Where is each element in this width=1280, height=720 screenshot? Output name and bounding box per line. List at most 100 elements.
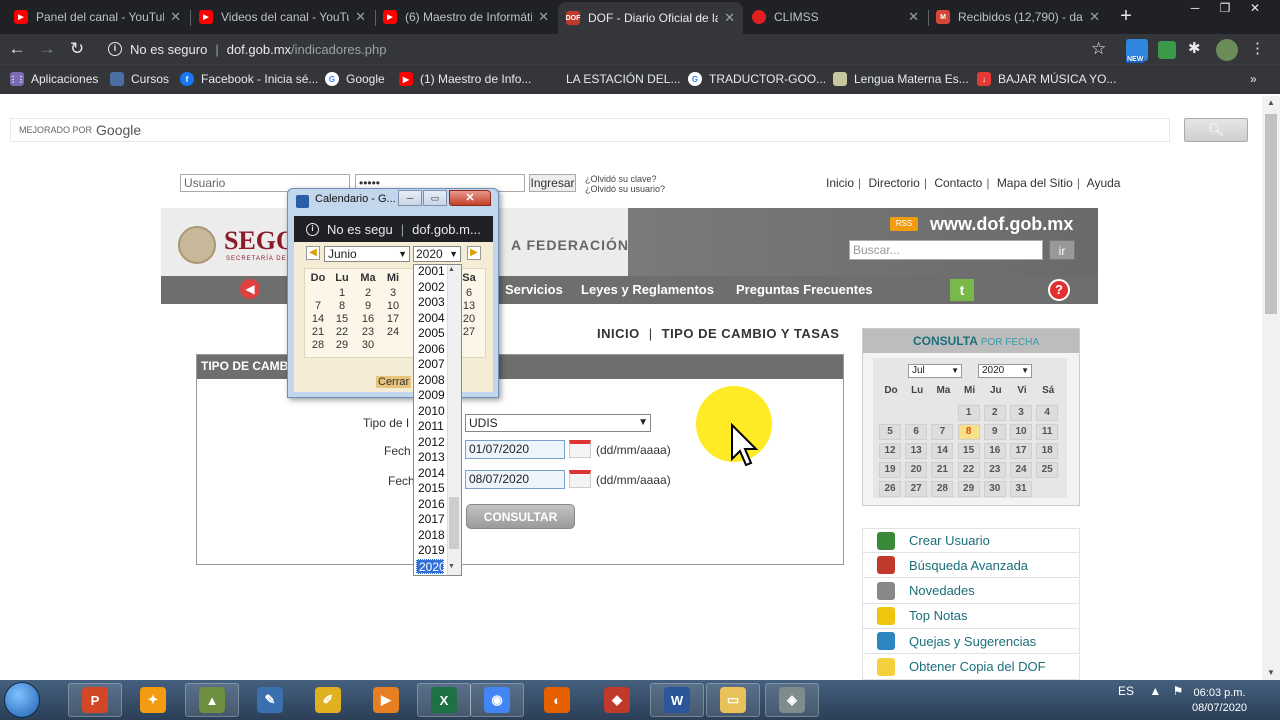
popup-month-select[interactable]: Junio ▼	[324, 246, 410, 262]
popup-day[interactable]: 30	[358, 339, 378, 351]
year-option[interactable]: 2012	[416, 435, 445, 450]
popup-maximize-button[interactable]: ▭	[423, 190, 447, 206]
bookmark-google[interactable]: G Google	[325, 72, 385, 86]
nav-leyes-reglamentos[interactable]: Leyes y Reglamentos	[581, 282, 714, 297]
side-link-mailbox[interactable]: Quejas y Sugerencias	[862, 629, 1080, 655]
side-day[interactable]: 17	[1010, 443, 1032, 459]
year-option[interactable]: 2008	[416, 373, 445, 388]
popup-day[interactable]: 7	[308, 300, 328, 312]
side-day[interactable]: 27	[905, 481, 928, 497]
side-day[interactable]: 4	[1036, 405, 1059, 421]
side-day[interactable]: 14	[931, 443, 954, 459]
scroll-down-icon[interactable]: ▼	[448, 563, 455, 570]
help-icon[interactable]: ?	[1048, 279, 1070, 301]
popup-minimize-button[interactable]: ─	[398, 190, 422, 206]
popup-day[interactable]: 8	[332, 300, 352, 312]
year-option[interactable]: 2007	[416, 357, 445, 372]
year-option[interactable]: 2001	[416, 264, 445, 279]
prev-month-arrow-icon[interactable]: ◀	[306, 246, 320, 260]
side-day[interactable]: 19	[879, 462, 901, 478]
popup-day[interactable]: 15	[332, 313, 352, 325]
bookmark-traductor[interactable]: G TRADUCTOR-GOO...	[688, 72, 826, 86]
side-day[interactable]: 30	[983, 481, 1006, 497]
close-tab-icon[interactable]: ✕	[170, 9, 181, 25]
year-option[interactable]: 2013	[416, 450, 445, 465]
side-day[interactable]: 7	[931, 424, 954, 440]
side-day[interactable]: 3	[1010, 405, 1032, 421]
twitter-icon[interactable]: t	[950, 279, 974, 301]
calendar-icon[interactable]	[569, 470, 591, 488]
link-ayuda[interactable]: Ayuda	[1087, 176, 1121, 190]
side-day[interactable]: 2	[983, 405, 1006, 421]
new-tab-button[interactable]: +	[1113, 5, 1139, 29]
menu-icon[interactable]: ⋮	[1250, 39, 1265, 57]
popup-close-button[interactable]: ✕	[449, 190, 491, 206]
side-day[interactable]: 9	[983, 424, 1006, 440]
tab-videos-del-canal[interactable]: ▶ Videos del canal - YouTube ✕	[191, 4, 374, 30]
reload-icon[interactable]: ↻	[66, 38, 88, 60]
rss-icon[interactable]: RSS	[890, 217, 918, 231]
popup-year-select[interactable]: 2020 ▼	[413, 246, 461, 262]
link-contacto[interactable]: Contacto	[934, 176, 982, 190]
popup-day[interactable]: 21	[308, 326, 328, 338]
info-icon[interactable]: i	[108, 42, 122, 56]
back-arrow-icon[interactable]: ◀	[240, 279, 260, 299]
scroll-up-icon[interactable]: ▲	[448, 266, 455, 273]
side-day[interactable]: 28	[931, 481, 954, 497]
tray-arrow-icon[interactable]: ▲	[1149, 684, 1161, 698]
tab-maestro-informatica[interactable]: ▶ (6) Maestro de Informática ✕	[375, 4, 557, 30]
year-option[interactable]: 2016	[416, 497, 445, 512]
taskbar-app-button[interactable]: ◈	[765, 683, 819, 717]
taskbar-app-button[interactable]: W	[650, 683, 704, 717]
popup-day[interactable]: 29	[332, 339, 352, 351]
scroll-thumb[interactable]	[1265, 114, 1277, 314]
side-day[interactable]: 1	[957, 405, 980, 421]
bookmark-estacion[interactable]: LA ESTACIÓN DEL...	[566, 72, 680, 86]
forgot-user-link[interactable]: ¿Olvidó su usuario?	[585, 184, 665, 194]
side-day[interactable]: 21	[931, 462, 954, 478]
year-option[interactable]: 2006	[416, 342, 445, 357]
side-link-search[interactable]: Búsqueda Avanzada	[862, 553, 1080, 579]
bookmark-maestro[interactable]: ▶ (1) Maestro de Info...	[399, 72, 531, 86]
bookmark-facebook[interactable]: f Facebook - Inicia sé...	[180, 72, 318, 86]
next-month-arrow-icon[interactable]: ▶	[467, 246, 481, 260]
end-date-input[interactable]: 08/07/2020	[465, 470, 565, 489]
tab-gmail[interactable]: M Recibidos (12,790) - davi ✕	[928, 4, 1108, 30]
network-icon[interactable]: ⚑	[1173, 684, 1184, 698]
restore-button[interactable]: ❐	[1210, 0, 1240, 18]
popup-day[interactable]: 9	[358, 300, 378, 312]
link-inicio[interactable]: Inicio	[826, 176, 854, 190]
year-option[interactable]: 2014	[416, 466, 445, 481]
taskbar-app-button[interactable]: ✦	[126, 683, 180, 717]
google-search-button[interactable]: 🔍︎	[1184, 118, 1248, 142]
popup-day[interactable]: 20	[459, 313, 479, 325]
side-day[interactable]: 10	[1010, 424, 1032, 440]
close-window-button[interactable]: ✕	[1240, 0, 1270, 18]
year-option[interactable]: 2009	[416, 388, 445, 403]
minimize-button[interactable]: ─	[1180, 0, 1210, 18]
site-search-input[interactable]: Buscar...	[849, 240, 1043, 260]
year-option[interactable]: 2002	[416, 280, 445, 295]
page-scrollbar[interactable]: ▲ ▼	[1262, 96, 1280, 680]
side-day[interactable]: 22	[957, 462, 980, 478]
year-option[interactable]: 2019	[416, 543, 445, 558]
side-day[interactable]: 29	[957, 481, 980, 497]
taskbar-app-button[interactable]: ▭	[706, 683, 760, 717]
taskbar-app-button[interactable]: ✎	[243, 683, 297, 717]
year-list-scroll-thumb[interactable]	[449, 497, 459, 549]
language-indicator[interactable]: ES	[1118, 684, 1134, 698]
side-day[interactable]: 15	[957, 443, 980, 459]
popup-day[interactable]: 13	[459, 300, 479, 312]
year-option[interactable]: 2018	[416, 528, 445, 543]
bookmark-aplicaciones[interactable]: ⋮⋮ Aplicaciones	[9, 72, 98, 86]
popup-day[interactable]: 16	[358, 313, 378, 325]
popup-day[interactable]: 28	[308, 339, 328, 351]
link-directorio[interactable]: Directorio	[868, 176, 919, 190]
tab-dof[interactable]: DOF DOF - Diario Oficial de la ✕	[558, 2, 743, 34]
popup-day[interactable]: 23	[358, 326, 378, 338]
side-month-select[interactable]: Jul ▼	[908, 364, 962, 378]
taskbar-app-button[interactable]: X	[417, 683, 471, 717]
side-link-star[interactable]: Top Notas	[862, 603, 1080, 629]
year-option[interactable]: 2020	[416, 558, 446, 574]
taskbar-app-button[interactable]: ▲	[185, 683, 239, 717]
